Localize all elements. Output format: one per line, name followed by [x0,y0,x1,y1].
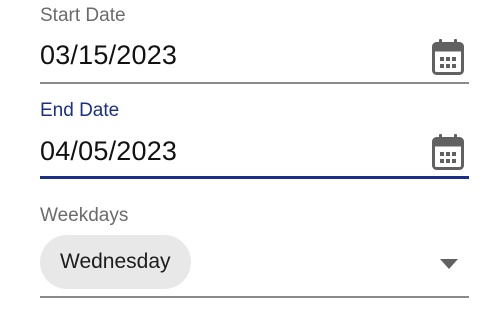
chevron-down-icon[interactable] [440,259,458,269]
start-date-label: Start Date [40,5,126,26]
end-date-input[interactable]: 04/05/2023 [40,136,177,167]
start-date-field[interactable]: Start Date 03/15/2023 [40,0,469,84]
weekday-chip-wednesday[interactable]: Wednesday [40,235,191,289]
start-date-underline [40,82,469,84]
date-range-form: Start Date 03/15/2023 End Date 04/05/202… [0,0,500,314]
calendar-icon[interactable] [432,39,464,75]
weekdays-label: Weekdays [40,205,129,226]
calendar-icon[interactable] [432,134,464,170]
weekdays-select[interactable]: Weekdays Wednesday [40,200,469,300]
end-date-underline [40,176,469,179]
start-date-input[interactable]: 03/15/2023 [40,40,177,71]
weekdays-underline [40,296,469,298]
weekday-chip-label: Wednesday [60,250,171,273]
end-date-field[interactable]: End Date 04/05/2023 [40,96,469,180]
end-date-label: End Date [40,100,120,121]
